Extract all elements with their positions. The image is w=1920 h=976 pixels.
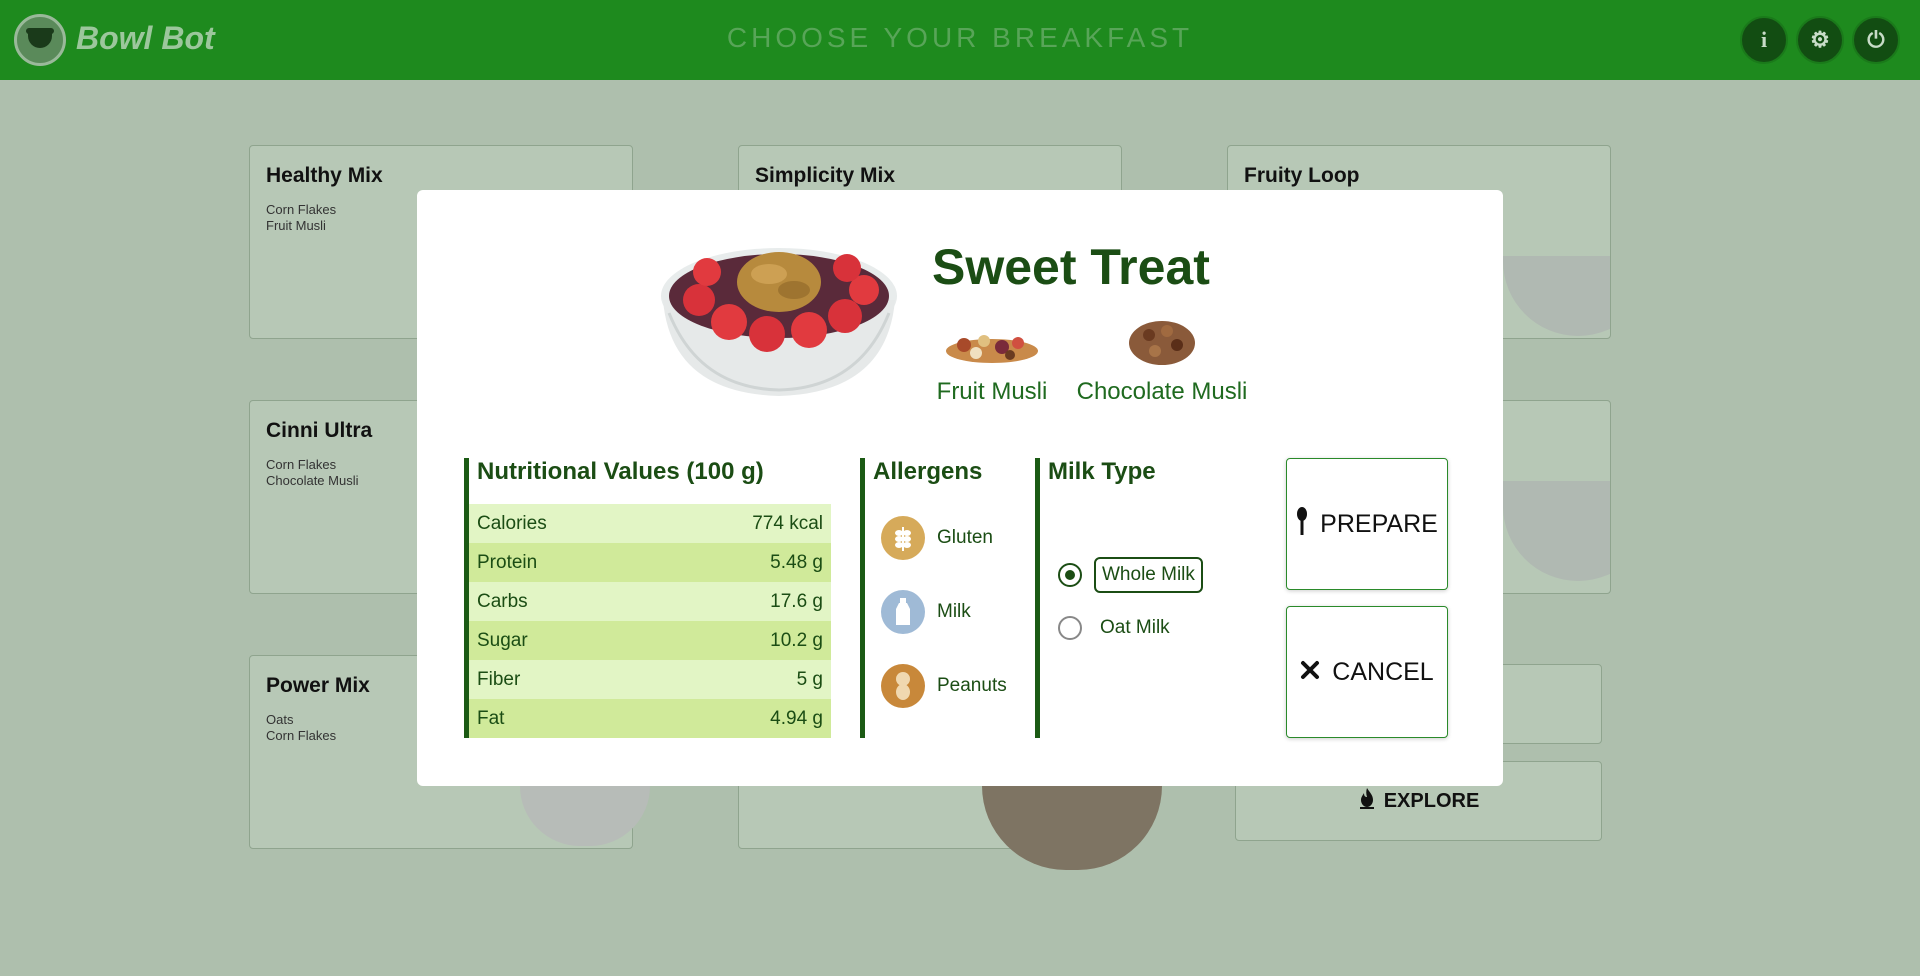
allergen-label: Peanuts bbox=[937, 675, 1007, 696]
settings-button[interactable]: ⚙ bbox=[1796, 16, 1844, 64]
nutrition-title: Nutritional Values (100 g) bbox=[477, 458, 764, 485]
milk-type-title: Milk Type bbox=[1048, 458, 1156, 485]
card-title: Fruity Loop bbox=[1244, 164, 1360, 187]
nutrient-label: Fat bbox=[477, 707, 505, 729]
bowl-image bbox=[1503, 481, 1610, 581]
radio-selected[interactable] bbox=[1058, 563, 1082, 587]
nutrient-value: 4.94 g bbox=[770, 707, 823, 729]
peanut-icon bbox=[881, 664, 925, 708]
bowl-image bbox=[661, 248, 897, 396]
milk-option-label[interactable]: Whole Milk bbox=[1094, 557, 1203, 593]
card-title: Power Mix bbox=[266, 674, 370, 697]
table-row: Fiber 5 g bbox=[469, 660, 831, 699]
close-icon bbox=[1300, 658, 1320, 687]
gear-icon: ⚙ bbox=[1810, 27, 1830, 52]
nutrition-section: Nutritional Values (100 g) Calories 774 … bbox=[464, 458, 831, 738]
card-ingredient: Chocolate Musli bbox=[266, 473, 359, 488]
power-button[interactable]: ⏻ bbox=[1852, 16, 1900, 64]
nutrient-label: Carbs bbox=[477, 590, 528, 612]
nutrient-label: Protein bbox=[477, 551, 538, 573]
card-ingredient: Fruit Musli bbox=[266, 218, 326, 233]
bowl-image bbox=[1503, 256, 1610, 336]
power-icon: ⏻ bbox=[1867, 27, 1885, 53]
explore-label: EXPLORE bbox=[1383, 789, 1480, 812]
prepare-label: PREPARE bbox=[1320, 509, 1438, 538]
nutrient-value: 5 g bbox=[796, 668, 823, 690]
app-header: Bowl Bot CHOOSE YOUR BREAKFAST i ⚙ ⏻ bbox=[0, 0, 1920, 80]
milk-option-label[interactable]: Oat Milk bbox=[1094, 612, 1176, 644]
card-title: Healthy Mix bbox=[266, 164, 383, 187]
allergen-item: Peanuts bbox=[881, 664, 1007, 708]
fruit-musli-image bbox=[932, 320, 1052, 370]
table-row: Calories 774 kcal bbox=[469, 504, 831, 543]
recipe-title: Sweet Treat bbox=[932, 239, 1210, 295]
milk-bottle-icon bbox=[881, 590, 925, 634]
info-icon: i bbox=[1760, 27, 1768, 52]
card-ingredient: Corn Flakes bbox=[266, 202, 337, 217]
spoon-icon bbox=[1296, 506, 1308, 542]
wheat-icon bbox=[881, 516, 925, 560]
milk-option-whole[interactable]: Whole Milk bbox=[1058, 557, 1203, 593]
nutrient-value: 774 kcal bbox=[752, 512, 823, 534]
card-ingredient: Corn Flakes bbox=[266, 728, 337, 743]
nutrient-value: 10.2 g bbox=[770, 629, 823, 651]
recipe-detail-modal: Sweet Treat Fruit Musli Chocolate Musli … bbox=[417, 190, 1503, 786]
card-title: Cinni Ultra bbox=[266, 419, 373, 442]
page-title: CHOOSE YOUR BREAKFAST bbox=[726, 22, 1194, 53]
table-row: Carbs 17.6 g bbox=[469, 582, 831, 621]
table-row: Fat 4.94 g bbox=[469, 699, 831, 738]
radio-unselected[interactable] bbox=[1058, 616, 1082, 640]
allergens-section: Allergens Gluten Milk Peanuts bbox=[860, 458, 1010, 738]
allergen-item: Milk bbox=[881, 590, 971, 634]
ingredient-label: Fruit Musli bbox=[936, 378, 1048, 405]
nutrient-value: 17.6 g bbox=[770, 590, 823, 612]
info-button[interactable]: i bbox=[1740, 16, 1788, 64]
card-title: Simplicity Mix bbox=[755, 164, 896, 187]
card-ingredient: Oats bbox=[266, 712, 294, 727]
nutrient-label: Calories bbox=[477, 512, 547, 534]
milk-option-oat[interactable]: Oat Milk bbox=[1058, 612, 1176, 644]
cancel-button[interactable]: CANCEL bbox=[1286, 606, 1448, 738]
nutrient-value: 5.48 g bbox=[770, 551, 823, 573]
prepare-button[interactable]: PREPARE bbox=[1286, 458, 1448, 590]
milk-type-section: Milk Type Whole Milk Oat Milk bbox=[1035, 458, 1235, 738]
nutrient-label: Fiber bbox=[477, 668, 521, 690]
cancel-label: CANCEL bbox=[1332, 657, 1434, 686]
ingredient-item: Fruit Musli bbox=[932, 320, 1052, 406]
bowl-image bbox=[982, 786, 1162, 870]
fire-icon bbox=[1358, 787, 1376, 815]
table-row: Protein 5.48 g bbox=[469, 543, 831, 582]
card-ingredient: Corn Flakes bbox=[266, 457, 337, 472]
allergens-title: Allergens bbox=[873, 458, 983, 485]
table-row: Sugar 10.2 g bbox=[469, 621, 831, 660]
allergen-item: Gluten bbox=[881, 516, 993, 560]
allergen-label: Milk bbox=[937, 601, 971, 622]
chocolate-musli-image bbox=[1072, 312, 1252, 370]
nutrient-label: Sugar bbox=[477, 629, 528, 651]
allergen-label: Gluten bbox=[937, 527, 993, 548]
ingredient-item: Chocolate Musli bbox=[1072, 312, 1252, 406]
ingredient-label: Chocolate Musli bbox=[1076, 378, 1248, 405]
